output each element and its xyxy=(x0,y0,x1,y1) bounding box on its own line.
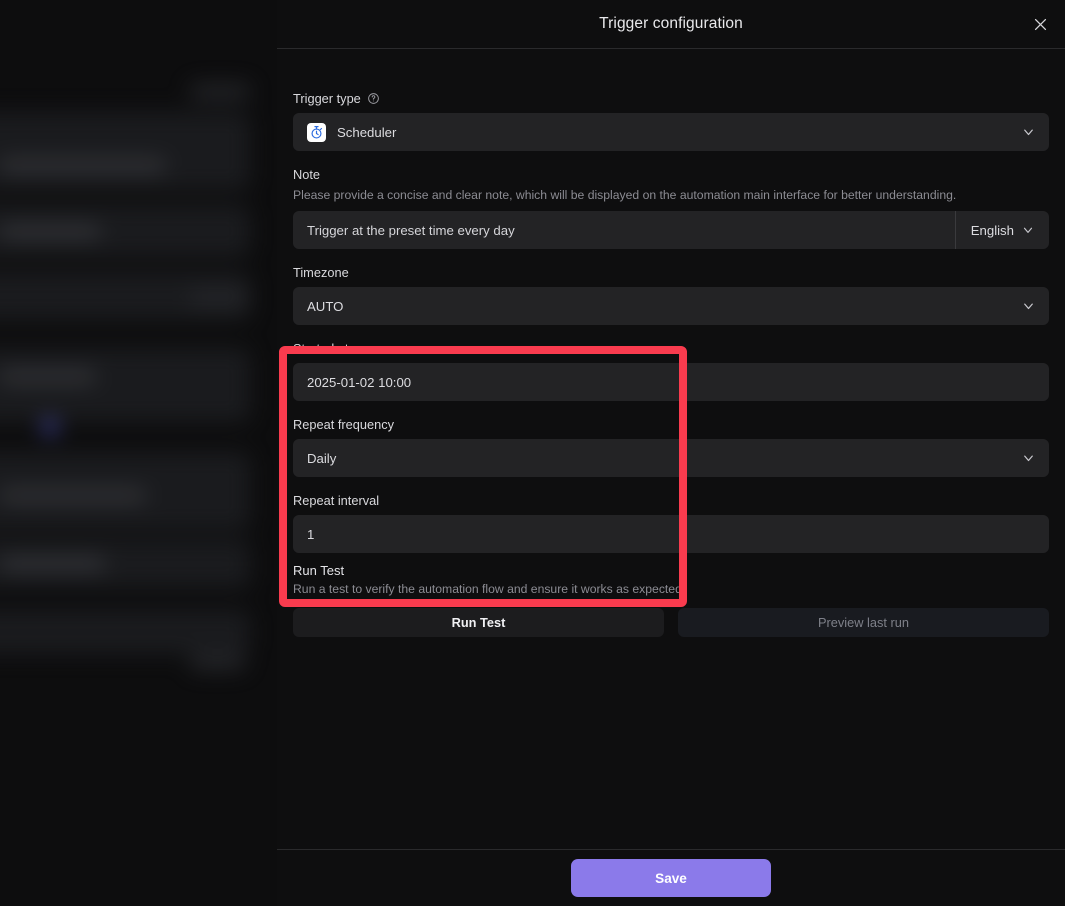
timezone-label-text: Timezone xyxy=(293,265,349,281)
trigger-type-value: Scheduler xyxy=(337,124,397,140)
save-button[interactable]: Save xyxy=(571,859,771,897)
repeat-frequency-select[interactable]: Daily xyxy=(293,439,1049,478)
run-test-button[interactable]: Run Test xyxy=(293,607,664,637)
chevron-down-icon xyxy=(1021,125,1036,140)
stopwatch-icon xyxy=(307,122,326,142)
repeat-frequency-value: Daily xyxy=(307,450,337,466)
page-title: Trigger configuration xyxy=(599,15,743,32)
started-at-value: 2025-01-02 10:00 xyxy=(307,374,412,390)
repeat-interval-input[interactable]: 1 xyxy=(293,515,1049,554)
blurred-background-content xyxy=(0,0,290,906)
modal-body: Trigger type Scheduler Note Please provi… xyxy=(277,49,1065,849)
note-label: Note xyxy=(293,167,1049,182)
repeat-frequency-label-text: Repeat frequency xyxy=(293,417,395,433)
repeat-interval-value: 1 xyxy=(307,526,315,542)
repeat-interval-label: Repeat interval xyxy=(293,493,1049,508)
chevron-down-icon xyxy=(1023,228,1033,234)
note-input-row: Trigger at the preset time every day Eng… xyxy=(293,211,1049,250)
run-test-description: Run a test to verify the automation flow… xyxy=(293,582,686,597)
chevron-down-icon xyxy=(1021,299,1036,314)
note-language-value: English xyxy=(970,222,1014,238)
repeat-frequency-label: Repeat frequency xyxy=(293,417,1049,432)
trigger-type-label: Trigger type xyxy=(293,91,1049,106)
close-icon[interactable] xyxy=(1023,7,1057,41)
note-label-text: Note xyxy=(293,167,321,182)
timezone-label: Timezone xyxy=(293,265,1049,280)
question-circle-icon[interactable] xyxy=(367,92,380,105)
repeat-interval-label-text: Repeat interval xyxy=(293,493,380,509)
timezone-value: AUTO xyxy=(307,298,344,314)
trigger-configuration-modal: Trigger configuration Trigger type Sched… xyxy=(277,0,1065,906)
screen: Trigger configuration Trigger type Sched… xyxy=(0,0,1065,906)
trigger-type-label-text: Trigger type xyxy=(293,91,361,106)
modal-footer: Save xyxy=(277,849,1065,906)
started-at-label: Started at xyxy=(293,341,1049,356)
started-at-label-text: Started at xyxy=(293,341,349,357)
trigger-form: Trigger type Scheduler Note Please provi… xyxy=(293,91,1049,637)
trigger-type-select[interactable]: Scheduler xyxy=(293,113,1049,151)
timezone-select[interactable]: AUTO xyxy=(293,287,1049,326)
run-test-button-row: Run Test Preview last run xyxy=(293,607,1049,637)
chevron-down-icon xyxy=(1021,451,1036,466)
preview-last-run-button[interactable]: Preview last run xyxy=(678,607,1049,637)
started-at-input[interactable]: 2025-01-02 10:00 xyxy=(293,363,1049,402)
modal-header: Trigger configuration xyxy=(277,0,1065,49)
note-input[interactable]: Trigger at the preset time every day xyxy=(307,223,955,238)
note-description: Please provide a concise and clear note,… xyxy=(293,188,957,202)
note-language-select[interactable]: English xyxy=(954,211,1049,250)
run-test-title: Run Test xyxy=(293,563,345,579)
